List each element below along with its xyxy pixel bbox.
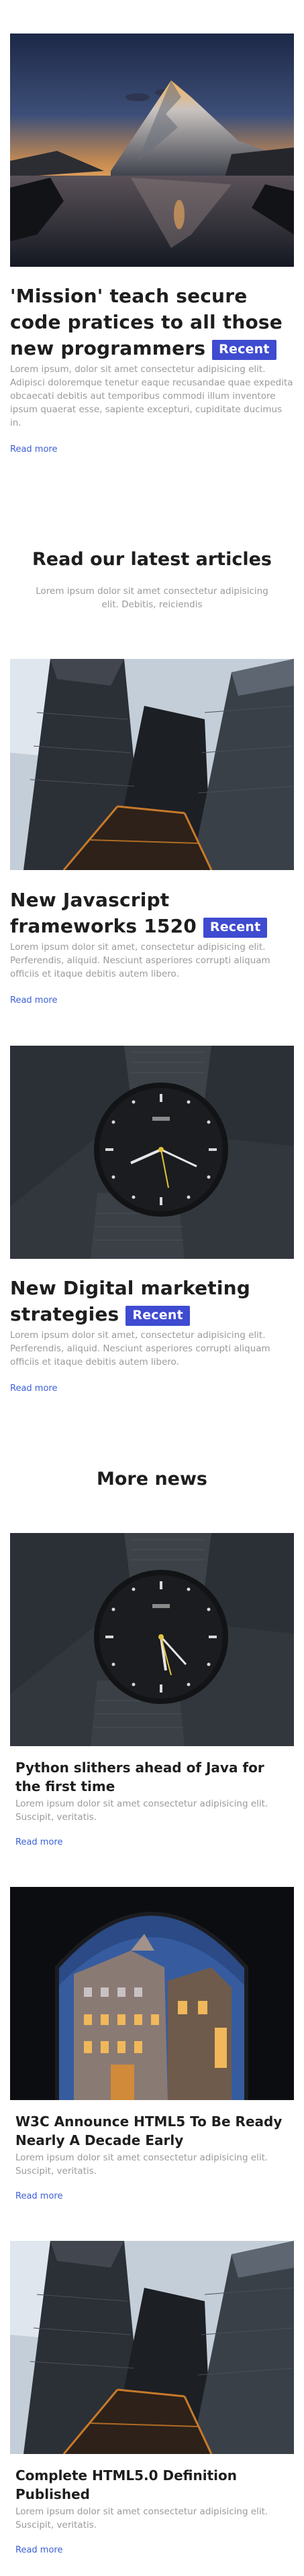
- news-card: Python slithers ahead of Java for the fi…: [10, 1533, 294, 1847]
- news-read-more-link[interactable]: Read more: [15, 1837, 62, 1847]
- recent-badge: Recent: [203, 918, 268, 938]
- page: 'Mission' teach secure code pratices to …: [0, 0, 304, 2576]
- latest-section-subtitle: Lorem ipsum dolor sit amet consectetur a…: [36, 586, 268, 610]
- article-image-skyscrapers: [10, 659, 294, 870]
- news-image-watch: [10, 1533, 294, 1746]
- news-body: Lorem ipsum dolor sit amet consectetur a…: [15, 1798, 268, 1823]
- news-card-body: Python slithers ahead of Java for the fi…: [10, 1758, 294, 1847]
- article-card: New Digital marketing strategies Recent …: [10, 1046, 294, 1394]
- news-title: Python slithers ahead of Java for the fi…: [15, 1760, 264, 1794]
- news-read-more-link[interactable]: Read more: [15, 2545, 62, 2555]
- news-title: W3C Announce HTML5 To Be Ready Nearly A …: [15, 2113, 283, 2148]
- news-card-body: W3C Announce HTML5 To Be Ready Nearly A …: [10, 2112, 294, 2201]
- article-read-more-link[interactable]: Read more: [10, 1384, 57, 1394]
- news-title: Complete HTML5.0 Definition Published: [15, 2467, 237, 2502]
- latest-section-title: Read our latest articles: [32, 549, 272, 570]
- article-title-text: New Javascript frameworks 1520: [10, 889, 197, 937]
- news-image-skyscrapers: [10, 2241, 294, 2454]
- recent-badge: Recent: [125, 1306, 190, 1326]
- news-body: Lorem ipsum dolor sit amet consectetur a…: [15, 2152, 268, 2176]
- recent-badge: Recent: [212, 340, 276, 360]
- news-read-more-link[interactable]: Read more: [15, 2191, 62, 2201]
- article-body: Lorem ipsum dolor sit amet, consectetur …: [10, 942, 270, 979]
- hero-title: 'Mission' teach secure code pratices to …: [10, 283, 294, 361]
- hero-read-more-link[interactable]: Read more: [10, 444, 57, 454]
- article-title: New Javascript frameworks 1520 Recent: [10, 887, 294, 939]
- hero-body: Lorem ipsum, dolor sit amet consectetur …: [10, 364, 293, 428]
- hero-image-mountain: [10, 34, 294, 267]
- article-title: New Digital marketing strategies Recent: [10, 1275, 294, 1327]
- news-image-archway: [10, 1887, 294, 2100]
- news-card: W3C Announce HTML5 To Be Ready Nearly A …: [10, 1887, 294, 2201]
- article-image-watch: [10, 1046, 294, 1259]
- news-card: Complete HTML5.0 Definition Published Lo…: [10, 2241, 294, 2555]
- news-card-body: Complete HTML5.0 Definition Published Lo…: [10, 2466, 294, 2555]
- news-body: Lorem ipsum dolor sit amet consectetur a…: [15, 2506, 268, 2530]
- article-read-more-link[interactable]: Read more: [10, 995, 57, 1005]
- hero-card: 'Mission' teach secure code pratices to …: [10, 34, 294, 454]
- more-news-section-title: More news: [97, 1469, 207, 1489]
- article-card: New Javascript frameworks 1520 Recent Lo…: [10, 659, 294, 1005]
- article-body: Lorem ipsum dolor sit amet, consectetur …: [10, 1330, 270, 1367]
